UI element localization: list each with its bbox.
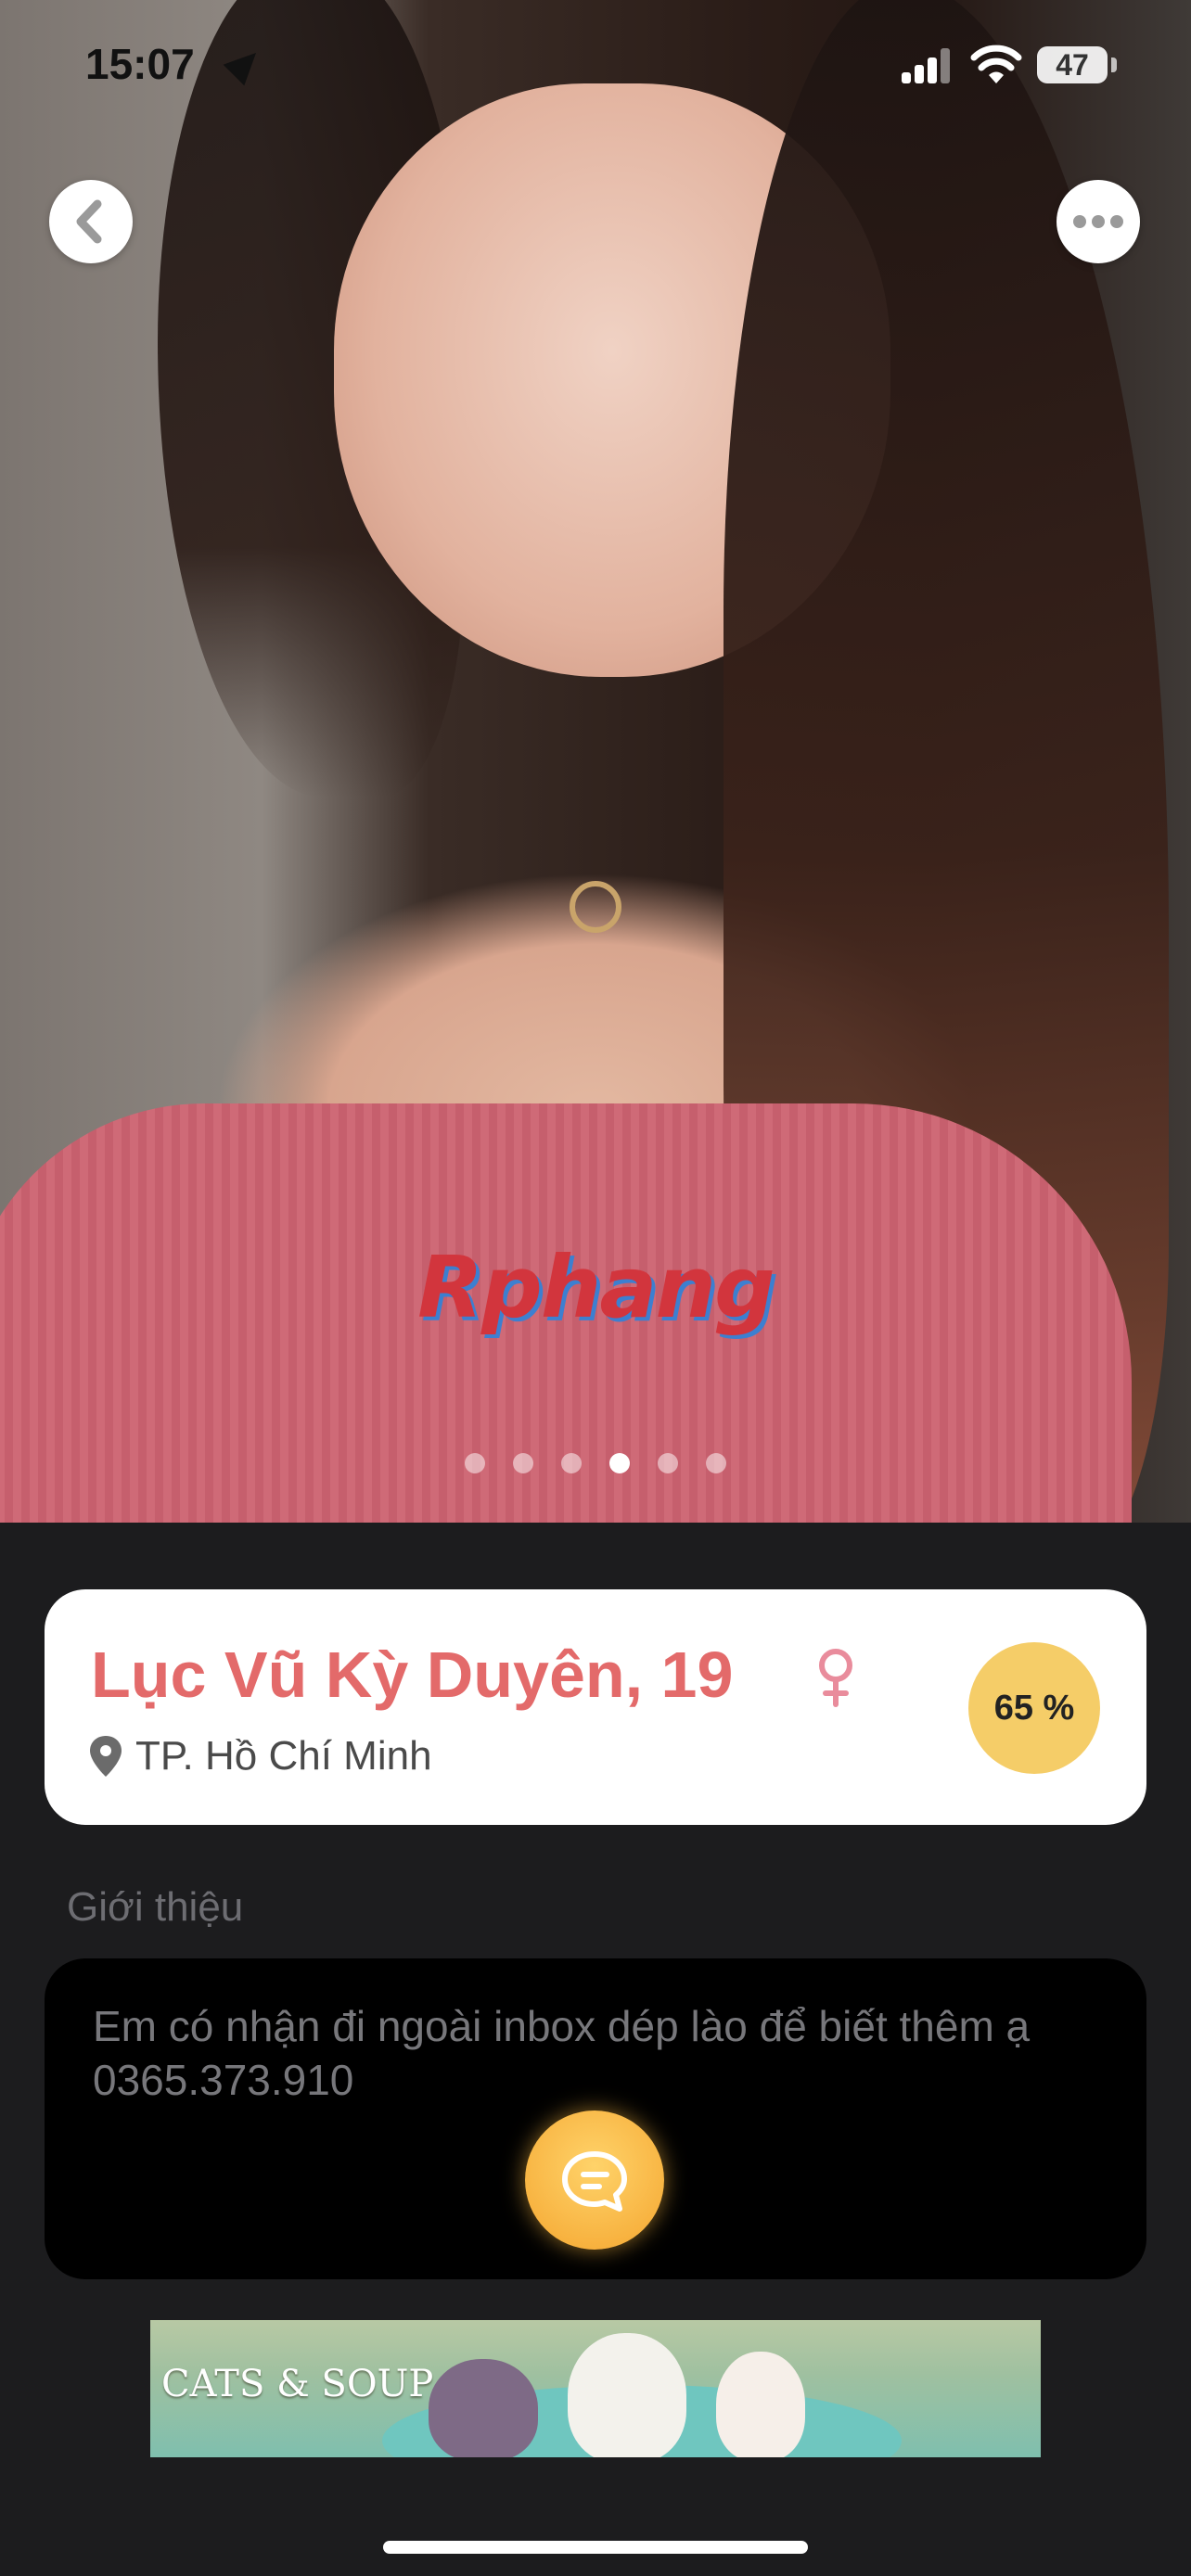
photo-pager[interactable]	[0, 1453, 1191, 1473]
ad-cat-illustration	[429, 2359, 538, 2457]
intro-section-title: Giới thiệu	[67, 1884, 244, 1930]
chevron-left-icon	[76, 199, 102, 244]
pager-dot[interactable]	[658, 1453, 678, 1473]
status-time: 15:07	[85, 40, 195, 88]
location-pin-icon	[90, 1736, 122, 1777]
battery-tip	[1111, 57, 1117, 72]
intro-text: Em có nhận đi ngoài inbox dép lào để biế…	[93, 2002, 1031, 2104]
pager-dot[interactable]	[513, 1453, 533, 1473]
more-options-button[interactable]	[1057, 180, 1140, 263]
chat-button[interactable]	[525, 2111, 664, 2250]
ellipsis-icon	[1073, 215, 1123, 228]
profile-card: Lục Vũ Kỳ Duyên, 19 TP. Hồ Chí Minh 65 %	[45, 1589, 1146, 1825]
cellular-signal-icon	[902, 48, 952, 83]
ad-title: CATS & SOUP	[161, 2363, 434, 2405]
back-button[interactable]	[49, 180, 133, 263]
chat-bubble-icon	[562, 2151, 627, 2212]
pager-dot[interactable]	[706, 1453, 726, 1473]
female-icon	[819, 1649, 852, 1707]
ad-cat-illustration	[568, 2333, 686, 2457]
pager-dot[interactable]	[561, 1453, 582, 1473]
profile-name-age: Lục Vũ Kỳ Duyên, 19	[91, 1639, 734, 1711]
status-bar: 15:07 47	[0, 0, 1191, 130]
photo-pendant	[570, 881, 621, 933]
location-text: TP. Hồ Chí Minh	[135, 1733, 432, 1779]
location-row: TP. Hồ Chí Minh	[87, 1730, 432, 1782]
watermark-logo: Rphang	[417, 1238, 775, 1337]
home-indicator[interactable]	[383, 2541, 808, 2554]
pager-dot[interactable]	[465, 1453, 485, 1473]
wifi-icon	[970, 45, 1022, 83]
location-arrow-icon	[223, 42, 267, 86]
match-percentage-badge: 65 %	[968, 1642, 1100, 1774]
ad-banner[interactable]: CATS & SOUP	[150, 2320, 1041, 2457]
ad-cat-illustration	[716, 2352, 805, 2457]
battery-indicator: 47	[1037, 46, 1108, 83]
pager-dot-active[interactable]	[609, 1453, 630, 1473]
